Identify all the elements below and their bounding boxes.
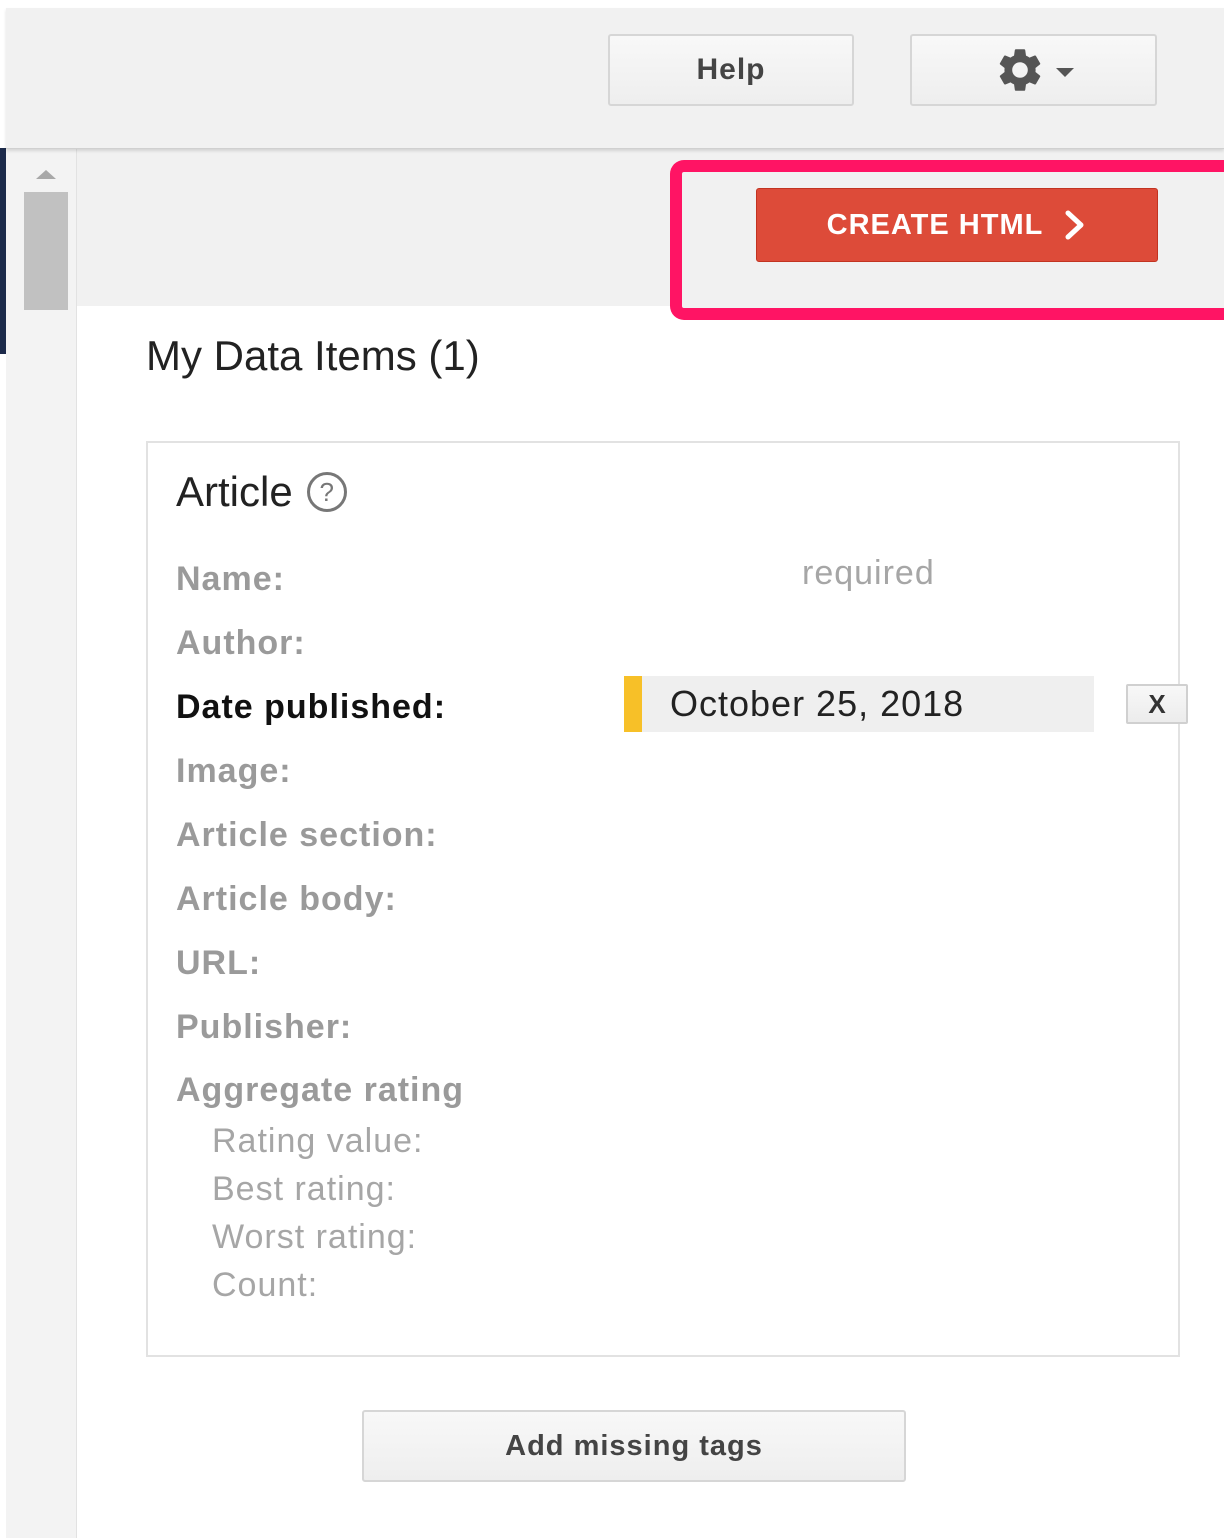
scrollbar-thumb[interactable]: [24, 192, 68, 310]
field-image-label: Image:: [176, 752, 292, 790]
item-type-label: Article: [176, 468, 293, 515]
field-article-section-label: Article section:: [176, 816, 438, 854]
top-toolbar: Help: [6, 8, 1224, 149]
help-button[interactable]: Help: [608, 34, 854, 106]
item-type-title: Article ?: [176, 468, 347, 516]
chevron-right-icon: [1063, 210, 1087, 240]
remove-tag-button[interactable]: X: [1126, 684, 1188, 724]
field-worst-rating-label: Worst rating:: [212, 1218, 418, 1256]
create-html-label: CREATE HTML: [826, 208, 1044, 241]
date-published-value[interactable]: October 25, 2018: [624, 676, 1094, 732]
required-hint: required: [802, 554, 935, 592]
question-circle-icon[interactable]: ?: [306, 472, 347, 512]
field-date-published-label: Date published:: [176, 688, 447, 726]
section-title: My Data Items (1): [146, 332, 480, 379]
field-url-label: URL:: [176, 944, 262, 982]
scroll-up-arrow-icon[interactable]: [36, 170, 56, 179]
field-article-body-label: Article body:: [176, 880, 397, 918]
add-missing-tags-button[interactable]: Add missing tags: [362, 1410, 906, 1482]
gear-icon: [994, 44, 1046, 96]
scrollbar[interactable]: [6, 148, 77, 1538]
create-html-button[interactable]: CREATE HTML: [756, 188, 1158, 262]
field-name-label: Name:: [176, 560, 285, 598]
field-publisher-label: Publisher:: [176, 1008, 353, 1046]
field-rating-value-label: Rating value:: [212, 1122, 424, 1160]
settings-menu-button[interactable]: [910, 34, 1157, 106]
field-best-rating-label: Best rating:: [212, 1170, 396, 1208]
field-aggregate-rating-label: Aggregate rating: [176, 1071, 465, 1109]
field-count-label: Count:: [212, 1266, 319, 1304]
caret-down-icon: [1055, 67, 1074, 77]
field-author-label: Author:: [176, 624, 306, 662]
